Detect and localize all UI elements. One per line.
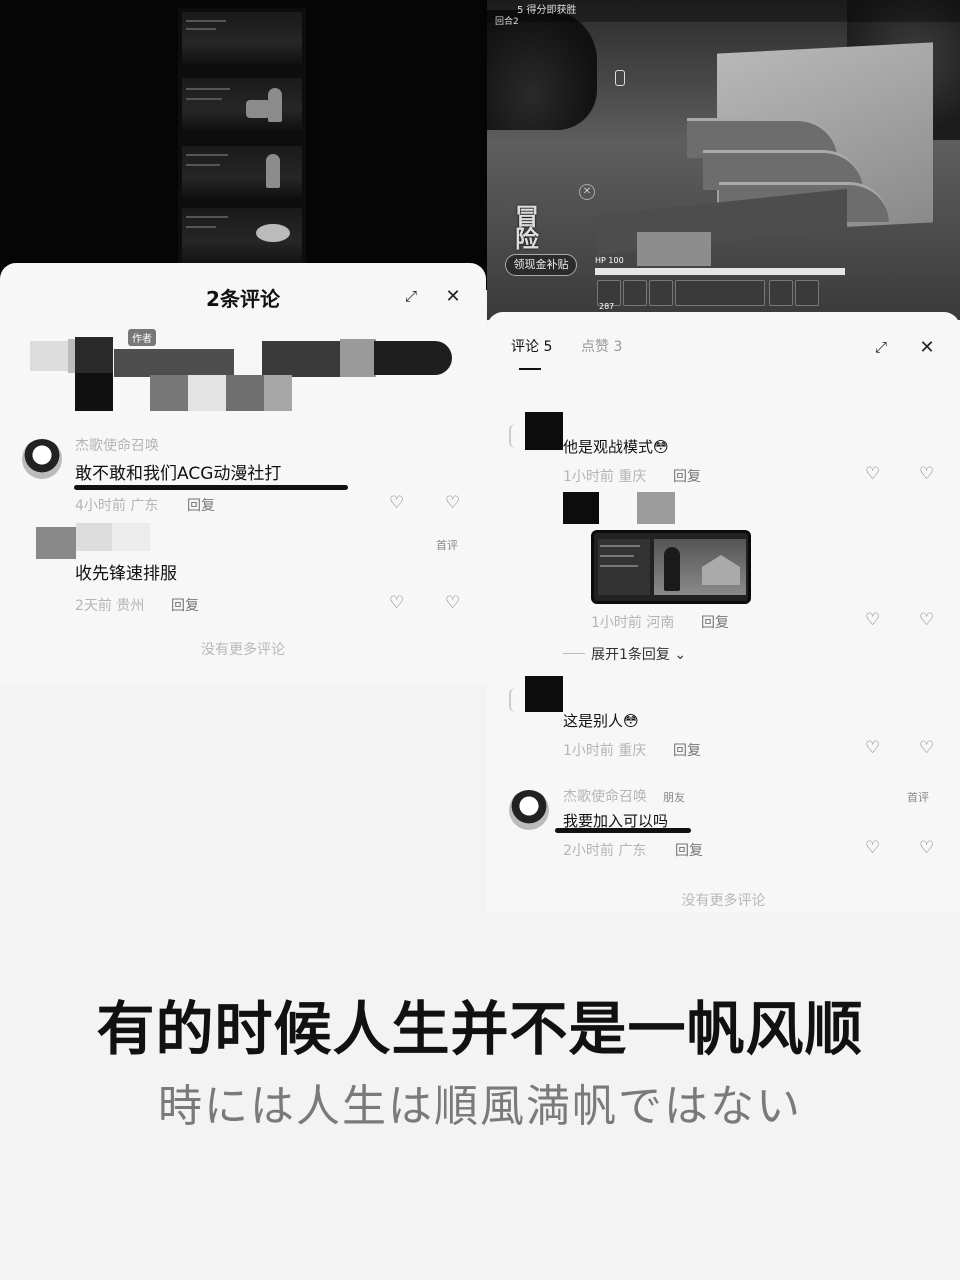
comment-author-name[interactable]: 杰歌使命召唤 <box>563 786 647 806</box>
heart-icon[interactable]: ♡ <box>389 493 404 513</box>
close-icon[interactable]: ✕ <box>915 336 939 358</box>
expand-icon[interactable]: ⤢ <box>398 285 424 307</box>
comment-text: 他是观战模式😳 <box>563 438 669 456</box>
comment-panel-right: 评论 5 点赞 3 ⤢ ✕ 他是观战模式😳 1小时前 重庆 回复 ♡ ♡ 1小时… <box>487 312 960 912</box>
handdrawn-underline <box>74 485 348 490</box>
pixelated-avatar <box>525 412 563 450</box>
heart-icon[interactable]: ♡ <box>389 593 404 613</box>
game-top-text: 5 得分即获胜 <box>517 5 577 16</box>
comment-author-name[interactable]: 杰歌使命召唤 <box>75 435 159 455</box>
comment-text: 收先锋速排服 <box>75 564 177 584</box>
avatar[interactable] <box>22 439 62 479</box>
comment-meta: 1小时前 重庆 <box>563 469 647 485</box>
comment-text: 敢不敢和我们ACG动漫社打 <box>75 464 282 484</box>
comment-meta: 2小时前 广东 <box>563 843 647 859</box>
broken-heart-icon[interactable]: ♡ <box>445 593 460 613</box>
broken-heart-icon[interactable]: ♡ <box>919 738 934 758</box>
handdrawn-underline <box>555 828 691 833</box>
active-tab-indicator <box>519 368 541 370</box>
expand-icon[interactable]: ⤢ <box>869 336 893 358</box>
pixelated-avatar <box>525 676 563 712</box>
heart-icon[interactable]: ♡ <box>865 738 880 758</box>
avatar[interactable] <box>509 790 549 830</box>
strip-frame <box>182 208 302 264</box>
car-silhouette <box>487 10 597 130</box>
comment-meta: 1小时前 河南 <box>591 615 675 631</box>
close-icon[interactable]: ✕ <box>579 184 595 200</box>
first-comment-tag: 首评 <box>436 539 458 552</box>
reply-button[interactable]: 回复 <box>675 840 703 860</box>
weapon-slot[interactable] <box>649 280 673 306</box>
ammo-count: 287 <box>599 302 615 311</box>
game-hud: HP 100 287 <box>595 256 845 312</box>
tab-likes[interactable]: 点赞 3 <box>581 336 622 356</box>
caption-main: 有的时候人生并不是一帆风顺 <box>96 995 864 1063</box>
distant-player-marker <box>615 70 625 86</box>
heart-icon[interactable]: ♡ <box>865 464 880 484</box>
reply-button[interactable]: 回复 <box>673 466 701 486</box>
reply-button[interactable]: 回复 <box>673 740 701 760</box>
hp-bar <box>595 268 845 275</box>
left-screenshot-background <box>0 0 487 290</box>
broken-heart-icon[interactable]: ♡ <box>919 610 934 630</box>
expand-replies-button[interactable]: 展开1条回复 ⌄ <box>591 644 686 664</box>
close-icon[interactable]: ✕ <box>440 285 466 307</box>
expand-replies-label: 展开1条回复 <box>591 647 670 663</box>
weapon-slot[interactable] <box>675 280 765 306</box>
cash-subsidy-button[interactable]: 领现金补贴 <box>505 254 577 276</box>
tab-comments[interactable]: 评论 5 <box>511 336 552 356</box>
first-comment-tag: 首评 <box>907 791 929 804</box>
reply-button[interactable]: 回复 <box>701 612 729 632</box>
author-tag: 作者 <box>128 329 156 346</box>
comment-image-attachment[interactable] <box>591 530 751 604</box>
strip-frame <box>182 12 302 64</box>
comment-meta: 1小时前 重庆 <box>563 743 647 759</box>
broken-heart-icon[interactable]: ♡ <box>919 464 934 484</box>
broken-heart-icon[interactable]: ♡ <box>919 838 934 858</box>
hp-label: HP 100 <box>595 256 624 265</box>
comment-panel-left: 2条评论 ⤢ ✕ 作者 杰歌使命召唤 敢不敢和我们ACG动漫社打 4小时前 广东… <box>0 263 486 683</box>
hp-bar-fill <box>595 268 845 275</box>
caption-sub: 時には人生は順風満帆ではない <box>158 1081 802 1132</box>
comment-tabs: 评论 5 点赞 3 <box>511 336 711 376</box>
pixelated-author-comment: 作者 <box>22 329 452 413</box>
reply-button[interactable]: 回复 <box>187 495 215 515</box>
comment-meta: 2天前 贵州 <box>75 598 145 614</box>
chevron-down-icon: ⌄ <box>674 647 687 663</box>
pixelated-avatar <box>36 519 156 559</box>
expand-divider <box>563 653 585 654</box>
heart-icon[interactable]: ♡ <box>865 610 880 630</box>
video-thumbnail-strip <box>178 8 306 270</box>
strip-frame <box>182 78 302 130</box>
no-more-comments: 没有更多评论 <box>201 642 285 658</box>
game-top-bar: 5 得分即获胜 <box>487 0 960 22</box>
no-more-comments: 没有更多评论 <box>681 893 766 909</box>
pixelated-avatar <box>563 492 683 526</box>
comment-text: 这是别人😳 <box>563 712 639 730</box>
player-slot[interactable] <box>795 280 819 306</box>
strip-frame <box>182 146 302 198</box>
comment-meta: 4小时前 广东 <box>75 498 159 514</box>
heart-icon[interactable]: ♡ <box>865 838 880 858</box>
broken-heart-icon[interactable]: ♡ <box>445 493 460 513</box>
reply-button[interactable]: 回复 <box>171 595 199 615</box>
blurred-region <box>637 232 711 266</box>
game-screenshot: 5 得分即获胜 回合2 ✕ 冒险 领现金补贴 HP 100 287 <box>487 0 960 320</box>
player-slot[interactable] <box>769 280 793 306</box>
weapon-slot[interactable] <box>623 280 647 306</box>
friend-badge: 朋友 <box>663 791 685 804</box>
game-logo: 冒险 <box>515 203 539 253</box>
round-label: 回合2 <box>495 17 519 27</box>
